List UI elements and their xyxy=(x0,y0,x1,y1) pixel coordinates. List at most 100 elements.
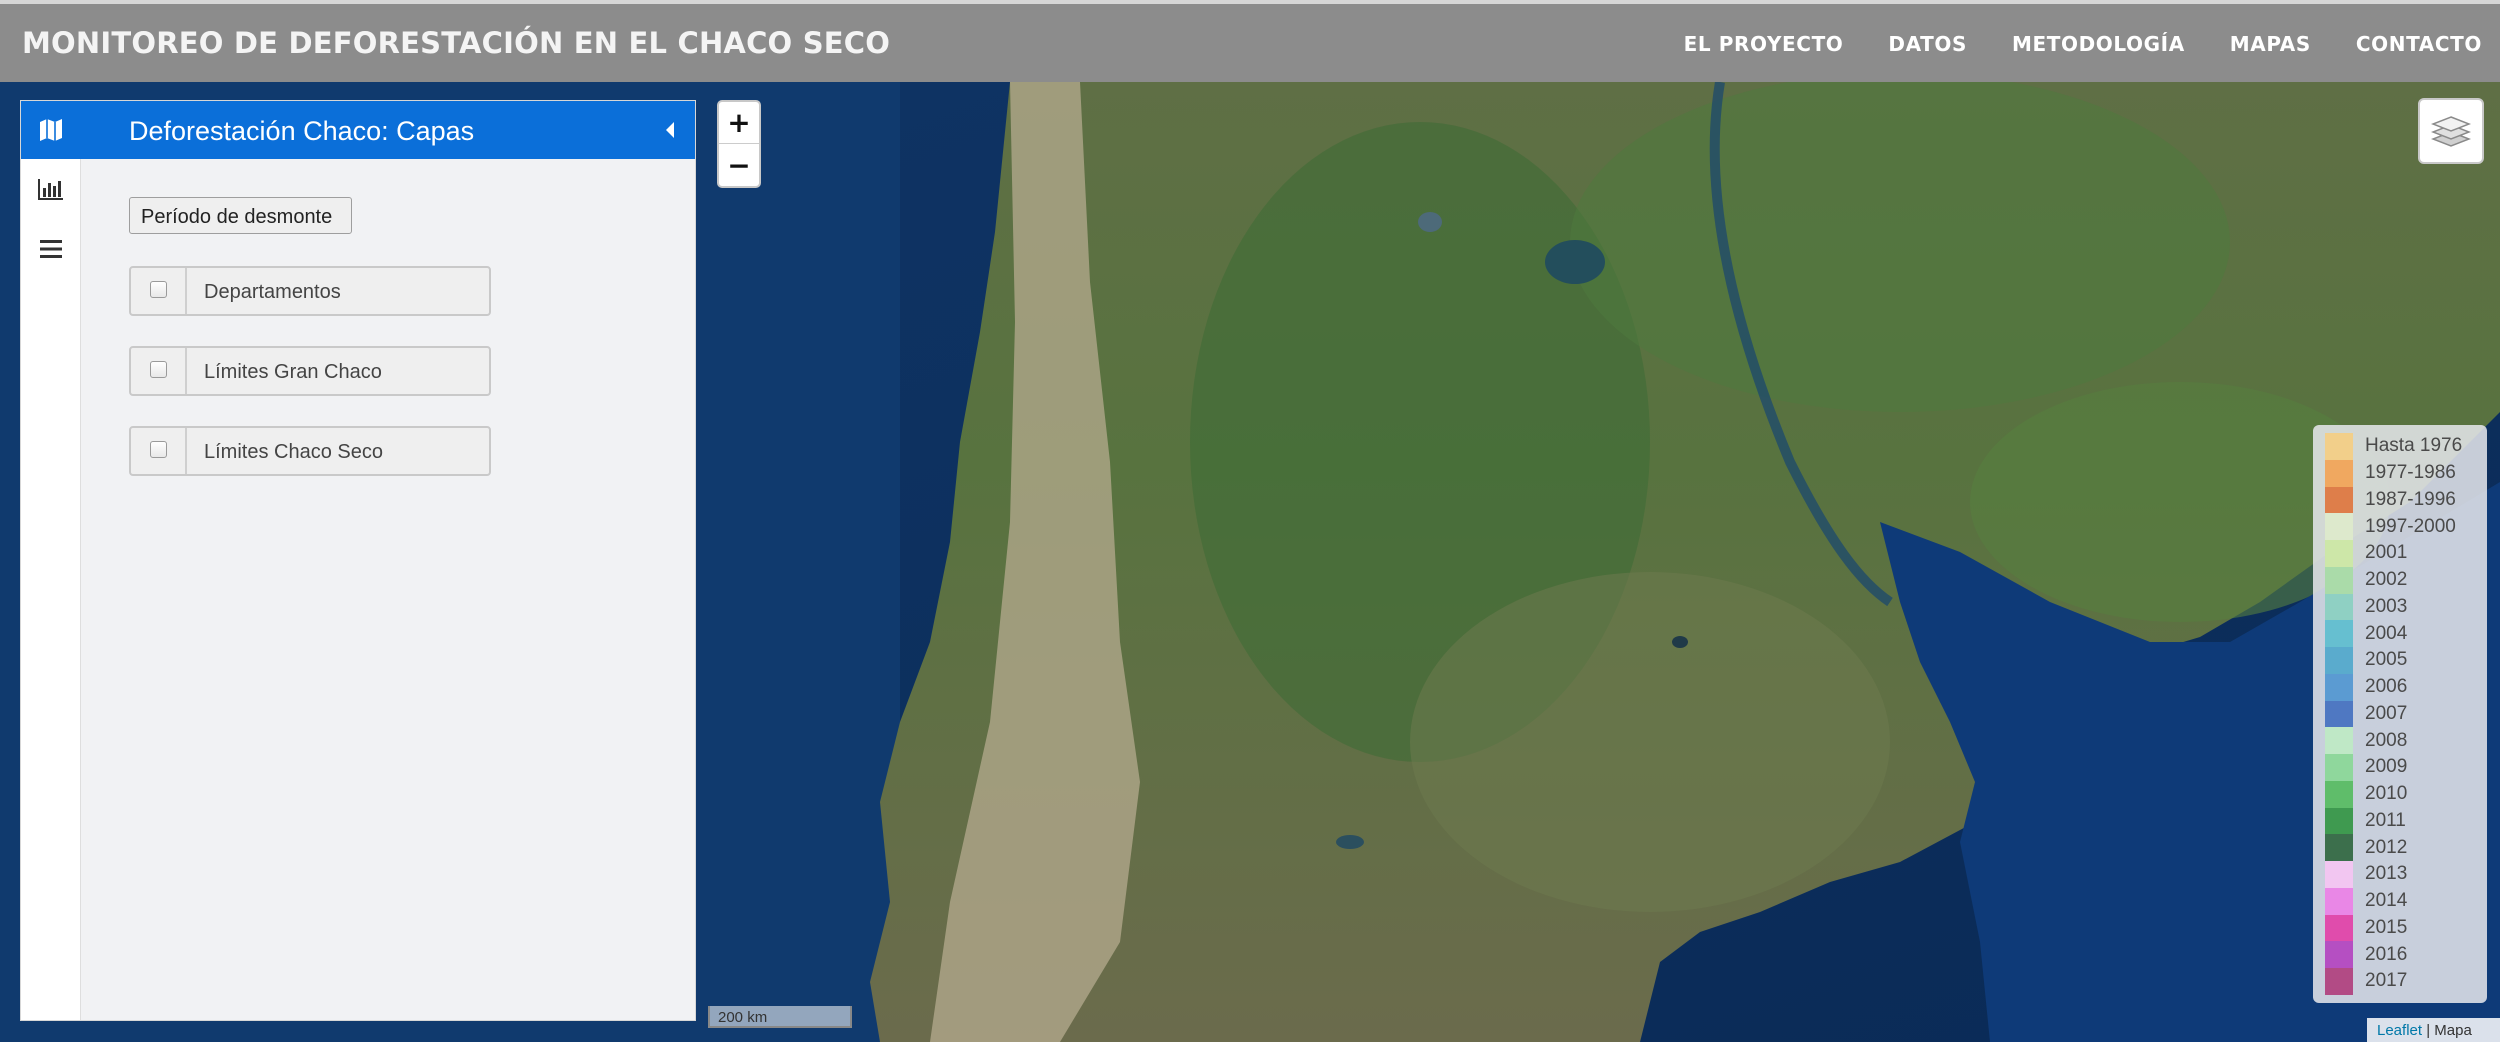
legend-swatch xyxy=(2325,566,2353,594)
layer-label[interactable]: Límites Gran Chaco xyxy=(187,348,382,394)
legend-label: 2014 xyxy=(2365,890,2408,912)
legend-label: 1997-2000 xyxy=(2365,515,2456,537)
layer-label[interactable]: Departamentos xyxy=(187,268,341,314)
legend-item: 2016 xyxy=(2325,941,2487,968)
pane-body: Período de desmonte Departamentos Límite… xyxy=(81,159,695,1020)
legend-item: 2002 xyxy=(2325,566,2487,594)
layers-control-button[interactable] xyxy=(2418,98,2484,164)
layer-limites-gran-chaco: Límites Gran Chaco xyxy=(129,346,491,396)
map-view[interactable]: Deforestación Chaco: Capas Período de de… xyxy=(0,82,2500,1042)
legend-swatch xyxy=(2325,780,2353,808)
legend-swatch xyxy=(2325,727,2353,754)
legend-label: 2017 xyxy=(2365,970,2408,992)
bar-chart-icon xyxy=(38,179,63,200)
menu-icon xyxy=(40,240,62,258)
sidebar: Deforestación Chaco: Capas Período de de… xyxy=(20,100,696,1021)
legend-item: 2004 xyxy=(2325,620,2487,647)
legend-swatch xyxy=(2325,754,2353,781)
legend-item: 2007 xyxy=(2325,700,2487,728)
layer-checkbox[interactable] xyxy=(131,348,187,394)
legend-item: 2012 xyxy=(2325,834,2487,861)
map-icon xyxy=(40,119,62,141)
layer-limites-chaco-seco: Límites Chaco Seco xyxy=(129,426,491,476)
legend-label: 2011 xyxy=(2365,809,2406,831)
legend-label: 2013 xyxy=(2365,863,2408,885)
site-title[interactable]: MONITOREO DE DEFORESTACIÓN EN EL CHACO S… xyxy=(22,26,890,60)
legend-item: 1997-2000 xyxy=(2325,513,2487,540)
tab-layers[interactable] xyxy=(21,101,81,159)
legend-item: 2014 xyxy=(2325,887,2487,915)
legend-swatch xyxy=(2325,433,2353,460)
layer-departamentos: Departamentos xyxy=(129,266,491,316)
legend-swatch xyxy=(2325,968,2353,995)
legend-swatch xyxy=(2325,887,2353,915)
sidebar-pane-header: Deforestación Chaco: Capas xyxy=(81,101,695,159)
nav-mapas[interactable]: MAPAS xyxy=(2230,32,2311,56)
legend-label: 2009 xyxy=(2365,756,2408,778)
sidebar-tabs xyxy=(21,101,81,1020)
legend-swatch xyxy=(2325,914,2353,942)
layer-checkbox[interactable] xyxy=(131,268,187,314)
legend-swatch xyxy=(2325,861,2353,888)
legend-item: 2001 xyxy=(2325,540,2487,567)
legend-swatch xyxy=(2325,593,2353,621)
legend-item: 2005 xyxy=(2325,647,2487,674)
legend-item: 2015 xyxy=(2325,914,2487,942)
caret-left-icon xyxy=(666,122,674,138)
legend-swatch xyxy=(2325,513,2353,540)
legend-item: 2003 xyxy=(2325,593,2487,621)
legend-swatch xyxy=(2325,807,2353,835)
zoom-control: + − xyxy=(717,100,761,188)
legend-item: 1987-1996 xyxy=(2325,486,2487,514)
legend-item: Hasta 1976 xyxy=(2325,433,2487,460)
legend-swatch xyxy=(2325,459,2353,487)
legend-swatch xyxy=(2325,647,2353,674)
legend-swatch xyxy=(2325,700,2353,728)
tab-charts[interactable] xyxy=(21,159,81,219)
legend-item: 2010 xyxy=(2325,780,2487,808)
attribution-separator: | xyxy=(2426,1022,2431,1039)
zoom-in-button[interactable]: + xyxy=(719,102,759,144)
legend-label: 2001 xyxy=(2365,542,2408,564)
pane-title: Deforestación Chaco: Capas xyxy=(129,116,475,146)
tab-menu[interactable] xyxy=(21,219,81,279)
legend-label: Hasta 1976 xyxy=(2365,435,2463,457)
deforestation-legend: Hasta 1976 1977-1986 1987-1996 1997-2000 200… xyxy=(2313,425,2487,1003)
period-button[interactable]: Período de desmonte xyxy=(129,197,352,234)
legend-label: 2002 xyxy=(2365,569,2408,591)
checkbox-box[interactable] xyxy=(149,281,167,298)
nav-el-proyecto[interactable]: EL PROYECTO xyxy=(1684,32,1844,56)
legend-swatch xyxy=(2325,620,2353,647)
legend-item: 2013 xyxy=(2325,861,2487,888)
nav-metodologia[interactable]: METODOLOGÍA xyxy=(2012,32,2185,56)
layer-label[interactable]: Límites Chaco Seco xyxy=(187,428,383,474)
scale-bar: 200 km xyxy=(708,1006,852,1028)
map-attribution: Leaflet | Mapa xyxy=(2367,1018,2500,1042)
legend-swatch xyxy=(2325,486,2353,514)
layer-checkbox[interactable] xyxy=(131,428,187,474)
legend-label: 2007 xyxy=(2365,702,2408,724)
nav-datos[interactable]: DATOS xyxy=(1888,32,1967,56)
legend-swatch xyxy=(2325,540,2353,567)
legend-label: 2003 xyxy=(2365,595,2408,617)
checkbox-box[interactable] xyxy=(149,361,167,378)
legend-label: 2012 xyxy=(2365,836,2408,858)
legend-label: 2015 xyxy=(2365,916,2408,938)
attribution-text: Mapa xyxy=(2434,1022,2472,1039)
leaflet-link[interactable]: Leaflet xyxy=(2377,1022,2422,1039)
zoom-out-button[interactable]: − xyxy=(719,144,759,186)
legend-swatch xyxy=(2325,941,2353,968)
checkbox-box[interactable] xyxy=(149,441,167,458)
legend-label: 1977-1986 xyxy=(2365,462,2456,484)
legend-label: 1987-1996 xyxy=(2365,488,2456,510)
top-navbar: MONITOREO DE DEFORESTACIÓN EN EL CHACO S… xyxy=(0,0,2500,82)
legend-label: 2008 xyxy=(2365,729,2408,751)
legend-label: 2005 xyxy=(2365,649,2408,671)
legend-item: 2017 xyxy=(2325,968,2487,995)
legend-item: 2009 xyxy=(2325,754,2487,781)
nav-contacto[interactable]: CONTACTO xyxy=(2356,32,2482,56)
legend-label: 2016 xyxy=(2365,943,2408,965)
collapse-sidebar-button[interactable] xyxy=(659,117,683,143)
legend-item: 2006 xyxy=(2325,673,2487,701)
legend-item: 2011 xyxy=(2325,807,2487,835)
